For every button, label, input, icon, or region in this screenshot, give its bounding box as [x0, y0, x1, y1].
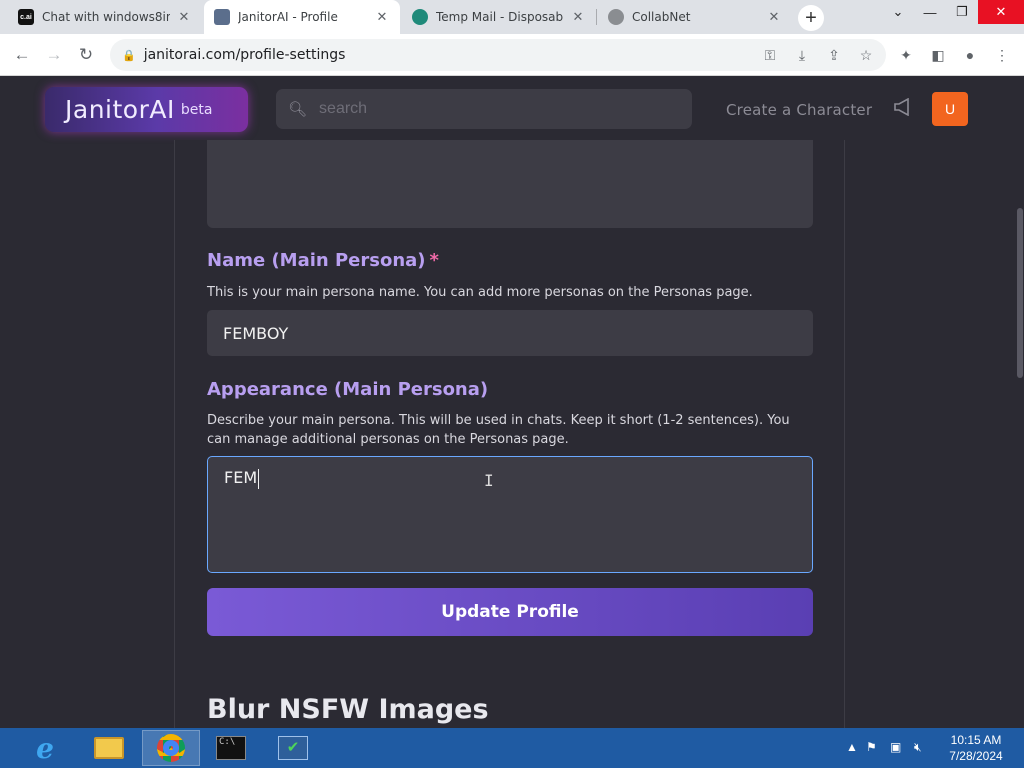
previous-textarea[interactable]	[207, 140, 813, 228]
close-tab-icon[interactable]: ✕	[374, 9, 390, 25]
back-arrow-icon[interactable]: ←	[10, 43, 34, 67]
clock-time: 10:15 AM	[950, 733, 1002, 747]
user-avatar[interactable]: U	[932, 92, 968, 126]
reload-icon[interactable]: ↻	[74, 43, 98, 67]
network-icon[interactable]: ▣	[890, 740, 901, 754]
tab-search-chevron-down-icon[interactable]: ⌄	[882, 0, 914, 24]
profile-icon[interactable]: ●	[960, 45, 980, 65]
tab-title: Chat with windows8inst	[42, 10, 170, 24]
close-window-button[interactable]: ✕	[978, 0, 1024, 24]
speaker-muted-icon[interactable]: 🔇︎	[914, 740, 922, 755]
restore-button[interactable]: ❐	[946, 0, 978, 24]
install-app-icon[interactable]: ⤓	[792, 45, 812, 65]
close-tab-icon[interactable]: ✕	[570, 9, 586, 25]
kebab-menu-icon[interactable]: ⋮	[992, 45, 1012, 65]
extensions-icon[interactable]: ✦	[896, 45, 916, 65]
character-ai-favicon-icon: c.ai	[18, 9, 34, 25]
share-icon[interactable]: ⇪	[824, 45, 844, 65]
logo-beta-badge: beta	[180, 101, 213, 118]
bookmark-star-icon[interactable]: ☆	[856, 45, 876, 65]
tab-janitorai-profile[interactable]: JanitorAI - Profile ✕	[204, 0, 400, 34]
search-box: 🔍︎	[276, 89, 692, 129]
profile-settings-panel: Name (Main Persona) * This is your main p…	[174, 140, 845, 728]
url-text: janitorai.com/profile-settings	[143, 47, 346, 63]
tab-title: JanitorAI - Profile	[238, 10, 338, 24]
tab-collabnet[interactable]: CollabNet ✕	[598, 0, 792, 34]
file-explorer-icon[interactable]	[80, 730, 138, 766]
tab-divider	[596, 9, 597, 25]
internet-explorer-icon[interactable]: e	[16, 730, 74, 766]
name-help-text: This is your main persona name. You can …	[207, 285, 753, 300]
scrollbar-thumb[interactable]	[1017, 208, 1023, 378]
appearance-value: FEM	[224, 468, 258, 487]
janitorai-logo[interactable]: JanitorAI beta	[45, 87, 248, 132]
chrome-taskbar-icon[interactable]	[142, 730, 200, 766]
forward-arrow-icon[interactable]: →	[42, 43, 66, 67]
browser-tab-strip: c.ai Chat with windows8inst ✕ JanitorAI …	[0, 0, 1024, 34]
close-tab-icon[interactable]: ✕	[176, 9, 192, 25]
tab-temp-mail[interactable]: Temp Mail - Disposable ✕	[402, 0, 596, 34]
search-input[interactable]	[319, 100, 660, 118]
tab-character-ai[interactable]: c.ai Chat with windows8inst ✕	[8, 0, 202, 34]
show-hidden-icons-chevron-icon[interactable]: ▲	[846, 740, 858, 754]
name-label: Name (Main Persona) *	[207, 250, 439, 271]
name-label-text: Name (Main Persona)	[207, 250, 426, 271]
appearance-label: Appearance (Main Persona)	[207, 379, 489, 400]
name-input[interactable]: FEMBOY	[207, 310, 813, 356]
tab-title: Temp Mail - Disposable	[436, 10, 564, 24]
tab-title: CollabNet	[632, 10, 691, 24]
browser-toolbar: ← → ↻ 🔒 janitorai.com/profile-settings ⚿…	[0, 34, 1024, 76]
update-profile-button[interactable]: Update Profile	[207, 588, 813, 636]
blur-nsfw-heading: Blur NSFW Images	[207, 694, 489, 725]
windows-taskbar: e C:\ ✔ ▲ ⚑ ▣ 🔇︎ 10:15 AM 7/28/2024	[0, 728, 1024, 768]
required-asterisk: *	[429, 250, 439, 271]
side-panel-icon[interactable]: ◧	[928, 45, 948, 65]
close-tab-icon[interactable]: ✕	[766, 9, 782, 25]
task-manager-icon[interactable]: ✔	[264, 730, 322, 766]
janitorai-favicon-icon	[214, 9, 230, 25]
taskbar-clock[interactable]: 10:15 AM 7/28/2024	[940, 732, 1012, 764]
temp-mail-favicon-icon	[412, 9, 428, 25]
command-prompt-icon[interactable]: C:\	[202, 730, 260, 766]
new-tab-button[interactable]: +	[798, 5, 824, 31]
appearance-textarea[interactable]: FEM	[207, 456, 813, 573]
megaphone-icon[interactable]	[893, 97, 913, 121]
text-caret	[258, 468, 260, 489]
minimize-button[interactable]: —	[914, 0, 946, 24]
text-cursor-ibeam-icon: I	[484, 471, 494, 490]
logo-name: JanitorAI	[65, 95, 175, 124]
key-icon[interactable]: ⚿	[760, 45, 780, 65]
create-character-button[interactable]: Create a Character	[726, 97, 872, 123]
lock-icon: 🔒	[122, 49, 136, 62]
globe-icon	[608, 9, 624, 25]
appearance-help-text: Describe your main persona. This will be…	[207, 413, 790, 447]
site-header: JanitorAI beta 🔍︎ Create a Character U	[0, 77, 1024, 140]
clock-date: 7/28/2024	[949, 749, 1003, 763]
action-center-flag-icon[interactable]: ⚑	[866, 740, 877, 754]
search-icon: 🔍︎	[288, 101, 308, 118]
